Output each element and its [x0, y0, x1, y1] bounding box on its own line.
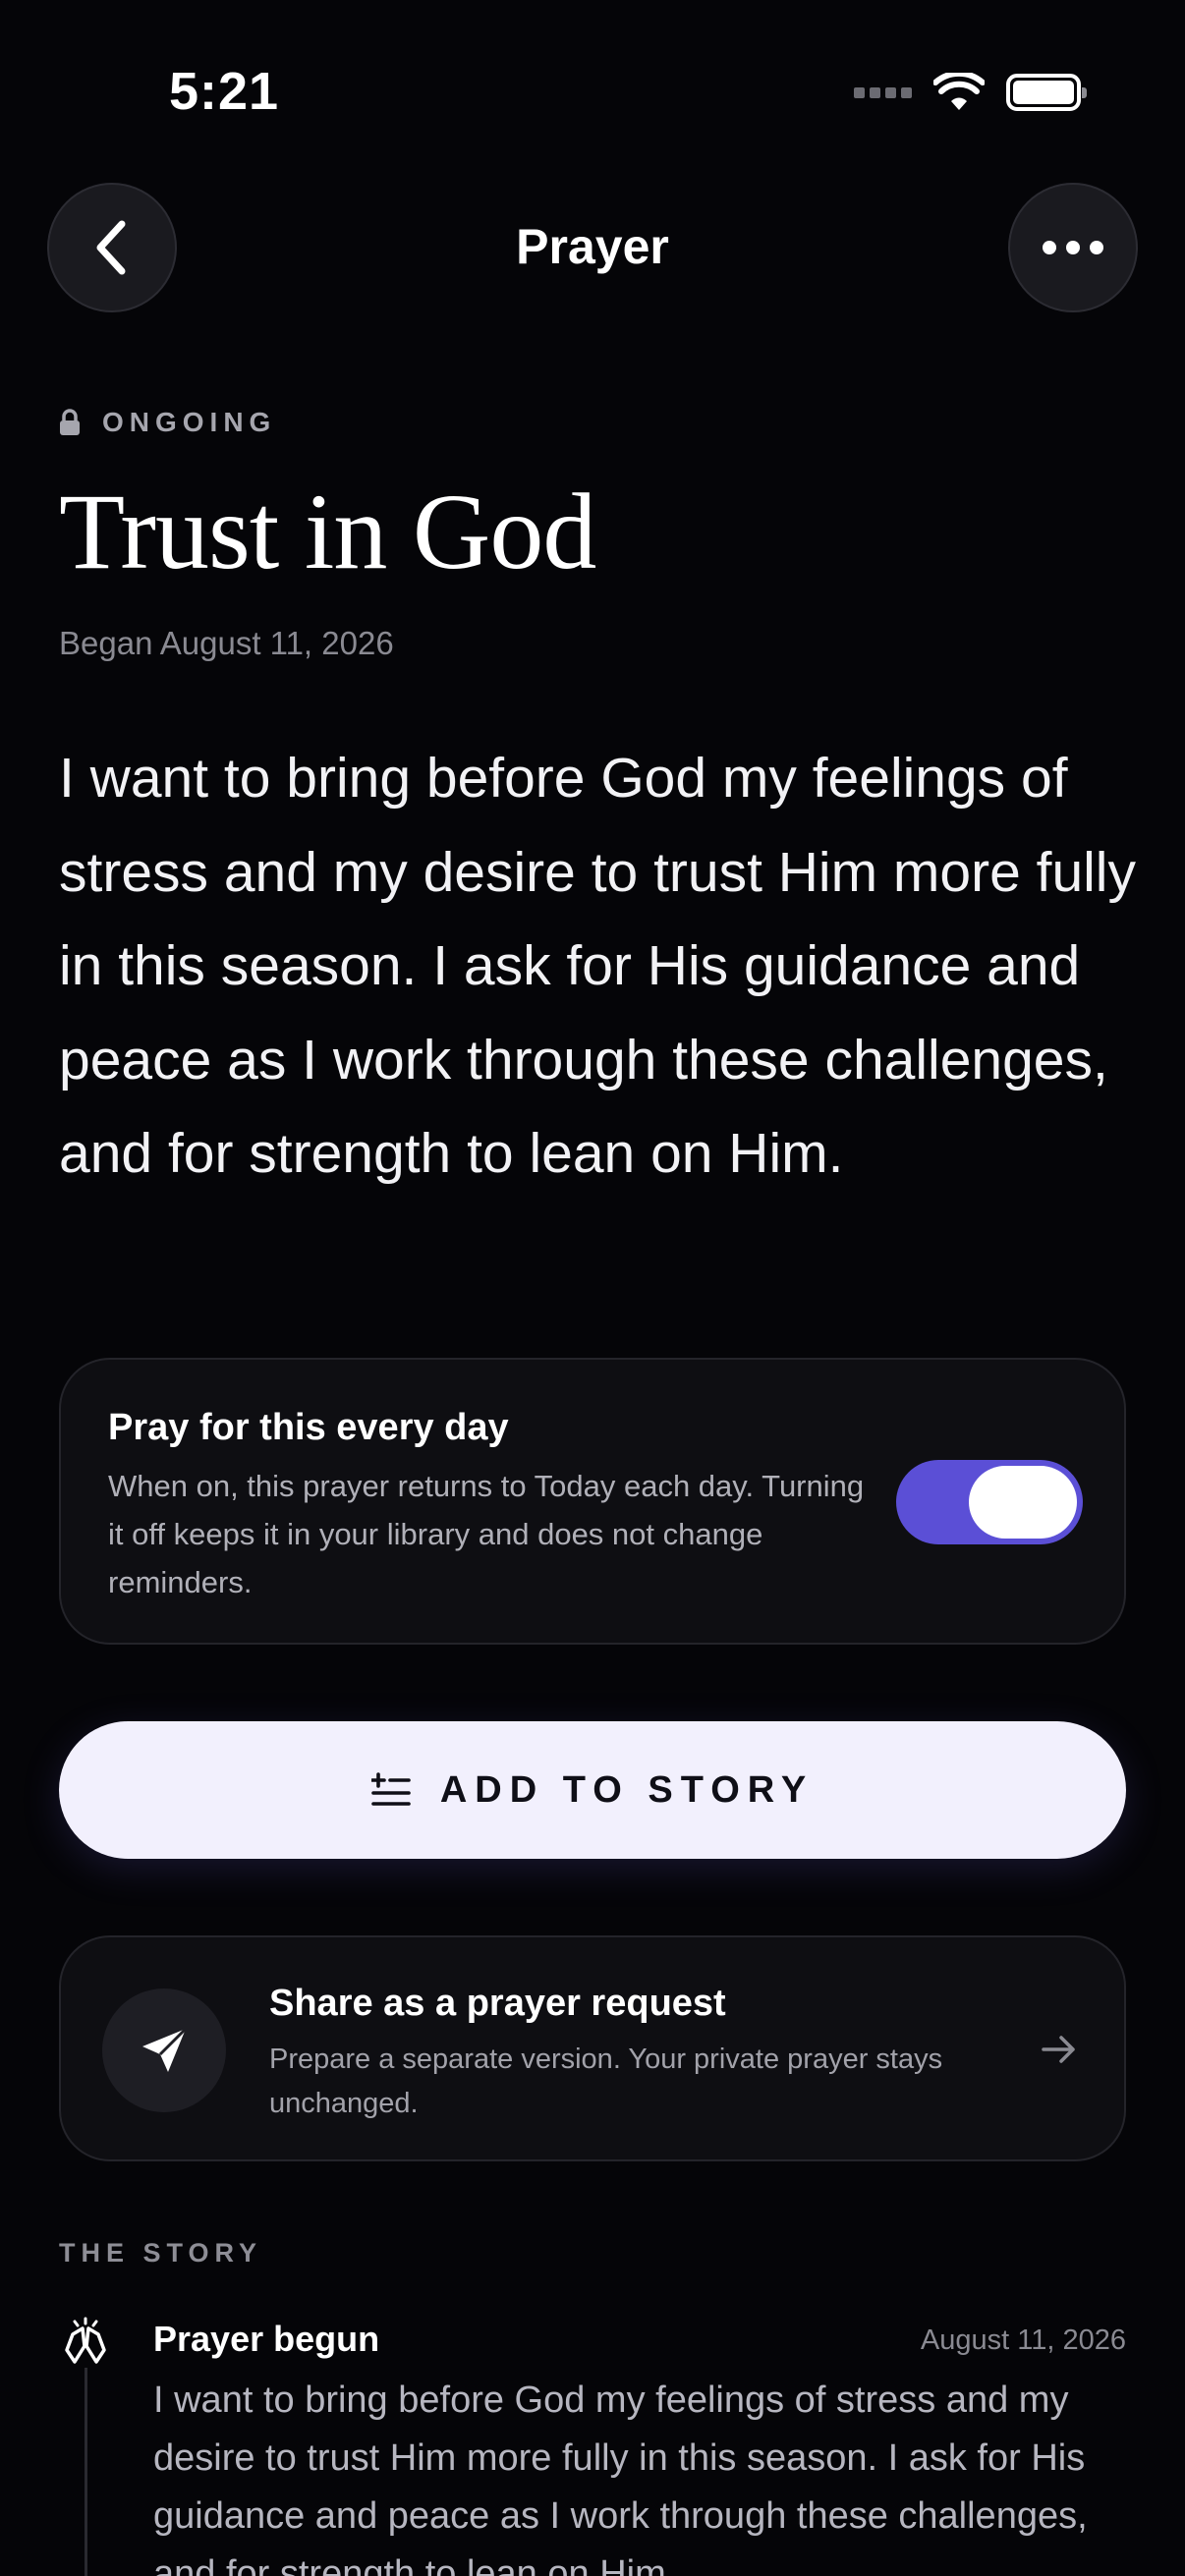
battery-icon	[1006, 74, 1087, 111]
prayer-status: ONGOING	[59, 407, 276, 438]
prayer-body: I want to bring before God my feelings o…	[59, 747, 1136, 1185]
daily-description: When on, this prayer returns to Today ea…	[108, 1469, 865, 1599]
story-entry-date: August 11, 2026	[920, 2324, 1126, 2356]
ellipsis-icon	[1043, 241, 1103, 254]
status-icons	[854, 73, 1087, 112]
daily-toggle[interactable]	[896, 1460, 1083, 1544]
share-description: Prepare a separate version. Your private…	[269, 2044, 943, 2119]
wifi-icon	[933, 73, 985, 110]
list-add-icon	[370, 1772, 411, 1806]
toggle-knob	[969, 1466, 1077, 1539]
lock-icon	[60, 409, 80, 435]
prayer-title: Trust in God	[59, 472, 596, 591]
praying-hands-icon	[65, 2317, 106, 2364]
status-label: ONGOING	[102, 407, 277, 437]
status-time: 5:21	[169, 62, 280, 121]
cellular-signal-icon	[854, 86, 912, 98]
paper-plane-icon	[142, 2027, 188, 2072]
share-title: Share as a prayer request	[269, 1983, 726, 2024]
add-to-story-label: ADD TO STORY	[439, 1768, 815, 1811]
began-date: Began August 11, 2026	[59, 625, 394, 661]
add-to-story-button[interactable]: ADD TO STORY	[59, 1721, 1126, 1859]
timeline-line	[85, 2368, 87, 2576]
story-entry-text: I want to bring before God my feelings o…	[153, 2380, 1088, 2576]
more-options-button[interactable]	[1008, 183, 1138, 312]
story-heading: THE STORY	[59, 2238, 263, 2268]
story-entry-title: Prayer begun	[153, 2319, 380, 2359]
daily-title: Pray for this every day	[108, 1407, 509, 1448]
arrow-right-icon	[1042, 2036, 1075, 2063]
share-icon-circle	[102, 1988, 226, 2112]
daily-prayer-card: Pray for this every day When on, this pr…	[59, 1358, 1126, 1645]
share-prayer-request-card[interactable]: Share as a prayer request Prepare a sepa…	[59, 1935, 1126, 2161]
